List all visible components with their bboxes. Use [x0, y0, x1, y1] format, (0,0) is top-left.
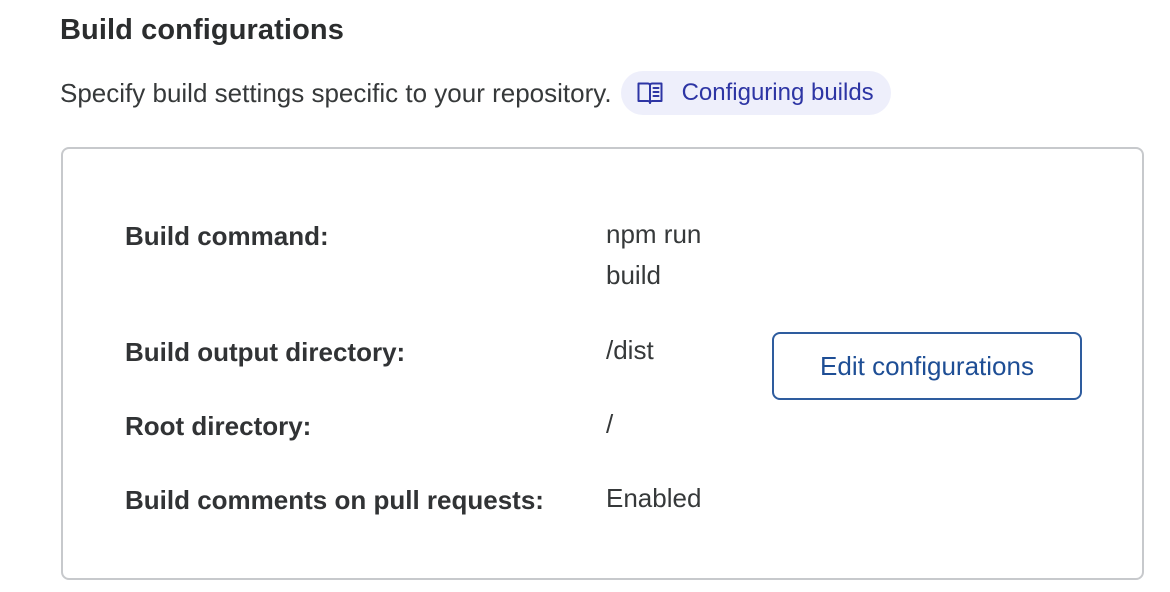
build-comments-label: Build comments on pull requests: [125, 485, 544, 515]
build-output-directory-label: Build output directory: [125, 337, 406, 367]
section-description-row: Specify build settings specific to your … [60, 71, 891, 115]
section-title: Build configurations [60, 14, 344, 46]
build-command-label: Build command: [125, 221, 329, 251]
build-output-directory-value: /dist [606, 335, 654, 365]
section-description: Specify build settings specific to your … [60, 77, 612, 108]
build-command-value: npm run build [606, 219, 702, 290]
configuring-builds-link[interactable]: Configuring builds [620, 71, 891, 115]
root-directory-label: Root directory: [125, 411, 312, 441]
edit-configurations-button[interactable]: Edit configurations [772, 332, 1082, 400]
book-icon [637, 81, 663, 105]
root-directory-value: / [606, 409, 614, 439]
configuring-builds-link-label: Configuring builds [681, 79, 874, 106]
build-comments-value: Enabled [606, 483, 702, 513]
